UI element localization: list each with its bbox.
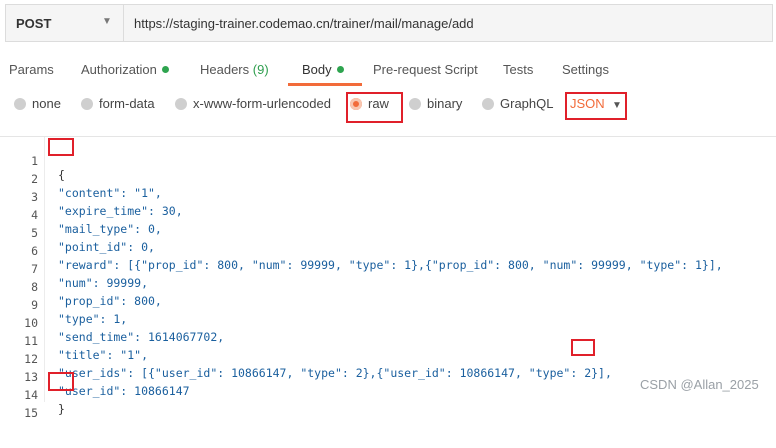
radio-none[interactable]: none	[14, 96, 61, 111]
code-line: 2 "content": "1",	[0, 158, 162, 200]
line-text: "prop_id": 800,	[58, 294, 162, 308]
radio-graphql[interactable]: GraphQL	[482, 96, 553, 111]
line-text: "point_id": 0,	[58, 240, 155, 254]
highlight-box-comma	[571, 339, 595, 356]
highlight-box-raw	[346, 92, 403, 123]
radio-circle-icon	[409, 97, 421, 110]
radio-binary[interactable]: binary	[409, 96, 462, 111]
highlight-box-close-brace	[48, 372, 74, 391]
code-line: 1 {	[0, 140, 65, 182]
code-line: 14 }	[0, 374, 65, 416]
line-text: "title": "1",	[58, 348, 149, 362]
request-tabs: Params Authorization Headers (9) Body Pr…	[0, 58, 776, 88]
line-text: "user_id": 10866147	[58, 384, 190, 398]
radio-form-data[interactable]: form-data	[81, 96, 155, 111]
tab-pre-request-script[interactable]: Pre-request Script	[373, 62, 478, 77]
url-input[interactable]: https://staging-trainer.codemao.cn/train…	[134, 16, 474, 31]
code-line: 12 "user_ids": [{"user_id": 10866147, "t…	[0, 338, 612, 380]
radio-circle-icon	[175, 97, 187, 110]
code-line: 7 "num": 99999,	[0, 248, 148, 290]
highlight-box-json	[565, 92, 627, 120]
headers-count-badge: (9)	[252, 62, 269, 77]
tab-params[interactable]: Params	[9, 62, 54, 77]
radio-label: binary	[427, 96, 463, 111]
line-text: "type": 1,	[58, 312, 128, 326]
tab-body[interactable]: Body	[302, 62, 344, 77]
radio-circle-icon	[81, 97, 93, 110]
radio-label: none	[32, 96, 61, 111]
line-text: "reward": [{"prop_id": 800, "num": 99999…	[58, 258, 723, 272]
code-line: 9 "type": 1,	[0, 284, 127, 326]
watermark: CSDN @Allan_2025	[640, 377, 759, 392]
status-dot-icon	[336, 66, 344, 74]
tab-label: Settings	[562, 62, 609, 77]
code-line: 6 "reward": [{"prop_id": 800, "num": 999…	[0, 230, 723, 272]
method-select[interactable]: POST ▼	[6, 5, 124, 41]
status-dot-icon	[161, 66, 169, 74]
code-editor[interactable]: 1 { 2 "content": "1", 3 "expire_time": 3…	[0, 136, 776, 420]
line-text: "num": 99999,	[58, 276, 149, 290]
method-label: POST	[16, 16, 52, 31]
radio-label: GraphQL	[500, 96, 554, 111]
code-line: 13 "user_id": 10866147	[0, 356, 189, 398]
radio-label: form-data	[99, 96, 155, 111]
line-text: }	[58, 402, 65, 416]
active-tab-indicator	[288, 83, 362, 86]
code-line: 8 "prop_id": 800,	[0, 266, 162, 308]
line-text: "content": "1",	[58, 186, 162, 200]
tab-label: Body	[302, 62, 332, 77]
line-number: 15	[24, 406, 38, 420]
gutter-divider	[44, 137, 45, 402]
line-text: {	[58, 168, 65, 182]
tab-label: Authorization	[81, 62, 157, 77]
radio-label: x-www-form-urlencoded	[193, 96, 331, 111]
radio-circle-icon	[14, 97, 26, 110]
tab-settings[interactable]: Settings	[562, 62, 609, 77]
code-line: 15	[0, 392, 38, 420]
tab-label: Headers	[200, 62, 250, 77]
tab-authorization[interactable]: Authorization	[81, 62, 169, 77]
line-text: "mail_type": 0,	[58, 222, 162, 236]
code-line: 4 "mail_type": 0,	[0, 194, 162, 236]
tab-label: Pre-request Script	[373, 62, 478, 77]
radio-circle-icon	[482, 97, 494, 110]
radio-x-www-form-urlencoded[interactable]: x-www-form-urlencoded	[175, 96, 331, 111]
tab-label: Tests	[503, 62, 534, 77]
line-text: "expire_time": 30,	[58, 204, 183, 218]
tab-label: Params	[9, 62, 54, 77]
code-line: 5 "point_id": 0,	[0, 212, 155, 254]
line-text: "send_time": 1614067702,	[58, 330, 225, 344]
tab-tests[interactable]: Tests	[503, 62, 533, 77]
code-line: 10 "send_time": 1614067702,	[0, 302, 224, 344]
tab-headers[interactable]: Headers (9)	[200, 62, 269, 77]
request-bar: POST ▼ https://staging-trainer.codemao.c…	[5, 4, 773, 42]
highlight-box-open-brace	[48, 138, 74, 156]
code-line: 11 "title": "1",	[0, 320, 148, 362]
chevron-down-icon: ▼	[102, 16, 112, 27]
code-line: 3 "expire_time": 30,	[0, 176, 183, 218]
line-text: "user_ids": [{"user_id": 10866147, "type…	[58, 366, 612, 380]
